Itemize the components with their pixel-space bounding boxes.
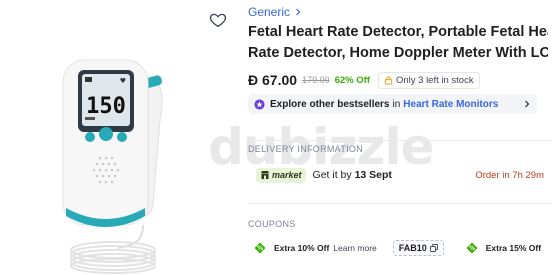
discount-badge: 62% Off — [334, 74, 370, 86]
price-row: Đ 67.00 179.00 62% Off Only 3 left in st… — [248, 71, 480, 89]
price: Đ 67.00 — [248, 72, 297, 88]
svg-text:%: % — [469, 245, 475, 252]
copy-icon — [429, 244, 438, 252]
coupon-2-text: Extra 15% Off — [485, 243, 542, 253]
star-badge-icon — [254, 98, 265, 110]
svg-text:%: % — [257, 245, 263, 252]
coupons-section-label: COUPONS — [248, 219, 296, 229]
title-line-1: Fetal Heart Rate Detector, Portable Feta… — [248, 24, 548, 40]
divider — [248, 203, 552, 204]
delivery-date-text: Get it by 13 Sept — [313, 169, 392, 181]
delivery-section-label: DELIVERY INFORMATION — [248, 144, 364, 154]
old-price: 179.00 — [302, 75, 330, 85]
bestsellers-bold-text: Explore other bestsellers — [270, 98, 390, 110]
coupon-code: FAB10 — [398, 243, 427, 253]
product-title: Fetal Heart Rate Detector, Portable Feta… — [248, 22, 548, 64]
store-icon — [261, 171, 269, 179]
coupon-tag-icon: % — [254, 242, 266, 254]
coupon-tag-icon: % — [466, 242, 478, 254]
coupon-1-text: Extra 10% Off — [274, 243, 330, 253]
lock-stock-icon — [384, 75, 393, 85]
market-badge: market — [256, 167, 306, 183]
price-value: 67.00 — [262, 72, 298, 88]
coupon-code-button[interactable]: FAB10 — [392, 240, 444, 256]
chevron-right-icon — [296, 8, 301, 16]
brand-name[interactable]: Generic — [248, 5, 290, 19]
stock-badge: Only 3 left in stock — [377, 71, 480, 89]
chevron-right-icon — [525, 100, 530, 108]
market-badge-text: market — [272, 170, 302, 180]
coupons-row: % Extra 10% Off Learn more FAB10 % Extra… — [254, 237, 552, 259]
coupon-1-learn-more[interactable]: Learn more — [333, 243, 376, 253]
title-line-2: Rate Detector, Home Doppler Meter With L… — [248, 45, 548, 61]
svg-text:150: 150 — [86, 94, 126, 119]
wishlist-heart-icon[interactable] — [209, 11, 227, 29]
bestsellers-in-text: in — [392, 98, 401, 110]
product-image[interactable]: 150 ♥ — [48, 40, 198, 275]
delivery-date: 13 Sept — [354, 169, 392, 181]
delivery-row: market Get it by 13 Sept Order in 7h 29m — [256, 166, 552, 184]
bestsellers-category-link[interactable]: Heart Rate Monitors — [403, 99, 498, 110]
svg-text:♥: ♥ — [120, 77, 126, 85]
order-countdown: Order in 7h 29m — [475, 169, 544, 181]
divider — [248, 140, 552, 141]
delivery-prefix: Get it by — [312, 169, 352, 181]
brand-link[interactable]: Generic — [248, 5, 302, 19]
bestsellers-banner[interactable]: Explore other bestsellers in Heart Rate … — [248, 94, 537, 114]
stock-text: Only 3 left in stock — [395, 74, 474, 86]
currency-symbol: Đ — [248, 72, 259, 88]
